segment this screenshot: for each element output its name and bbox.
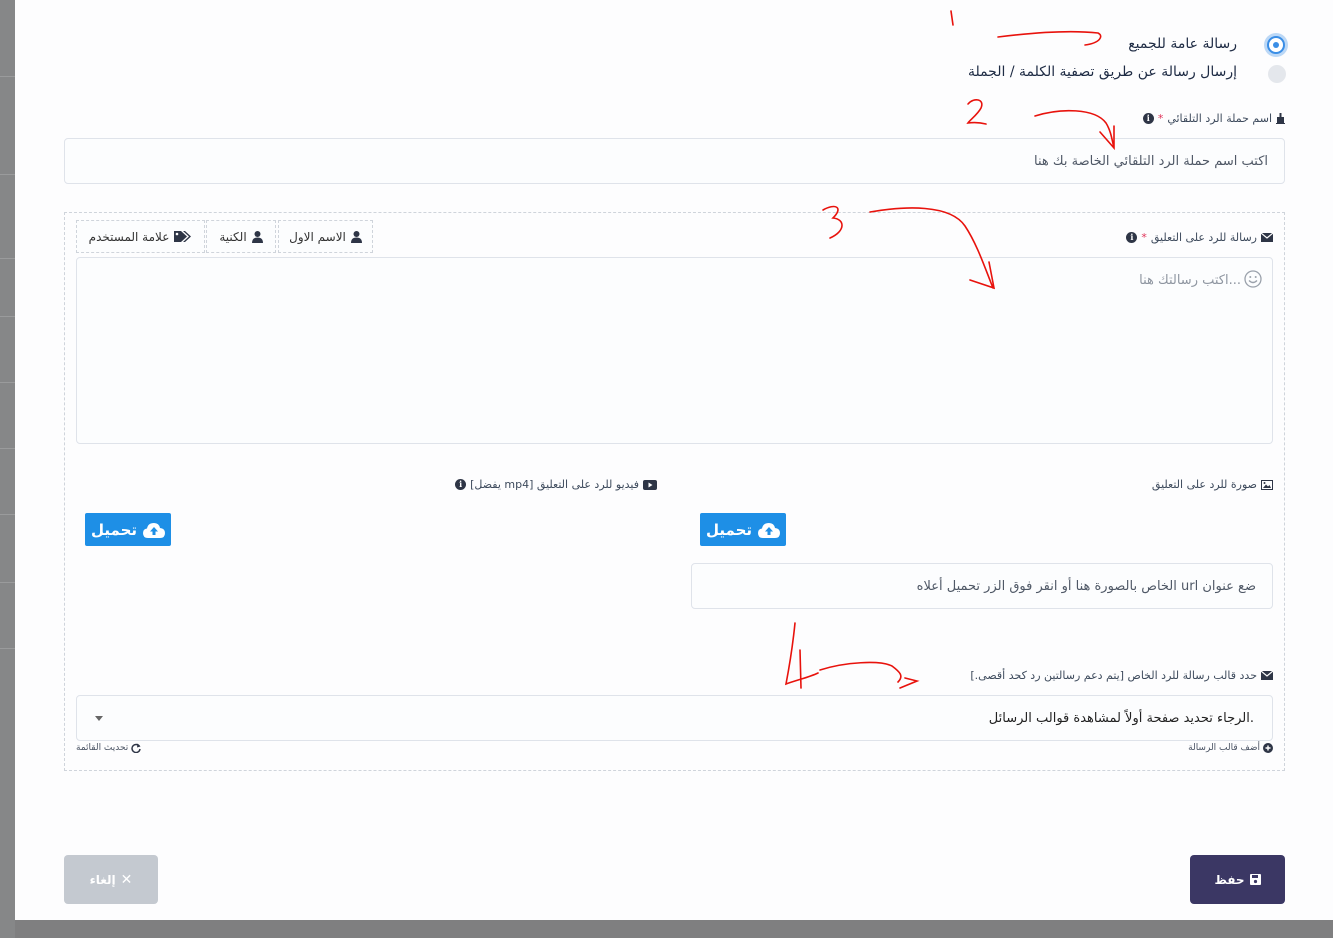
- annotation-number-3: [822, 205, 843, 239]
- annotation-number-2: [966, 99, 987, 125]
- annotation-arrow-2: [1034, 109, 1115, 151]
- annotation-number-1: [950, 10, 954, 26]
- annotation-number-4: [784, 622, 819, 689]
- annotation-arrow-1: [997, 30, 1102, 46]
- annotation-arrow-3: [869, 207, 996, 290]
- annotation-overlay: [784, 10, 1115, 689]
- annotation-arrow-4: [819, 661, 920, 689]
